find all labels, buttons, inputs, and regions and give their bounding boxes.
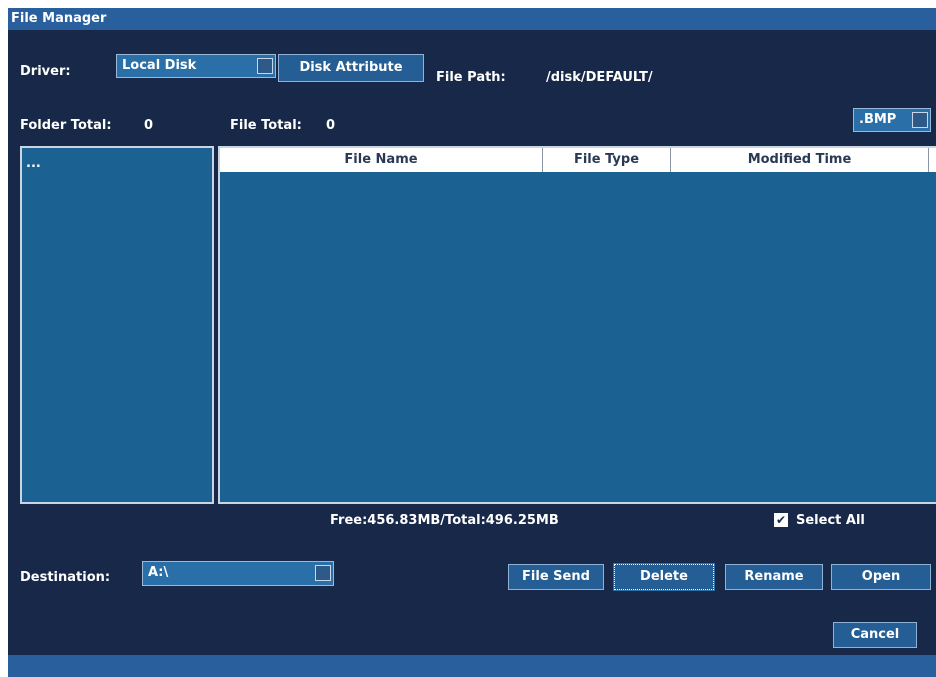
rename-button[interactable]: Rename	[725, 564, 823, 590]
file-path-label: File Path:	[436, 70, 506, 85]
status-bar	[8, 655, 936, 677]
delete-button[interactable]: Delete	[613, 563, 715, 591]
dropdown-arrow-icon[interactable]	[912, 112, 928, 128]
column-header-file-name[interactable]: File Name	[220, 148, 543, 172]
driver-select[interactable]: Local Disk	[116, 54, 276, 78]
disk-attribute-button[interactable]: Disk Attribute	[278, 54, 424, 82]
column-header-file-type[interactable]: File Type	[543, 148, 671, 172]
driver-label: Driver:	[20, 64, 71, 79]
checkbox-checked-icon[interactable]: ✔	[774, 513, 788, 527]
driver-selected-value: Local Disk	[122, 58, 197, 73]
file-manager-window: File Manager Driver: Local Disk Disk Att…	[8, 8, 936, 677]
file-type-filter-value: .BMP	[859, 112, 897, 127]
select-all-label: Select All	[796, 513, 865, 528]
window-title: File Manager	[11, 11, 107, 26]
destination-select[interactable]: A:\	[142, 561, 334, 586]
title-bar: File Manager	[8, 8, 936, 30]
destination-selected-value: A:\	[148, 565, 169, 580]
file-total-label: File Total:	[230, 118, 302, 133]
file-total-count: 0	[326, 118, 336, 133]
storage-summary: Free:456.83MB/Total:496.25MB	[330, 513, 559, 528]
file-type-filter-select[interactable]: .BMP	[853, 108, 931, 132]
folder-list-item[interactable]: ...	[26, 156, 41, 171]
folder-total-label: Folder Total:	[20, 118, 112, 133]
column-header-modified-time[interactable]: Modified Time	[671, 148, 929, 172]
dropdown-arrow-icon[interactable]	[257, 58, 273, 74]
file-send-button[interactable]: File Send	[508, 564, 604, 590]
cancel-button[interactable]: Cancel	[833, 622, 917, 648]
folder-total-count: 0	[144, 118, 154, 133]
open-button[interactable]: Open	[831, 564, 931, 590]
folder-list[interactable]: ...	[20, 146, 214, 504]
dropdown-arrow-icon[interactable]	[315, 565, 331, 581]
file-path-value: /disk/DEFAULT/	[546, 70, 653, 85]
file-table-header: File Name File Type Modified Time	[220, 148, 936, 172]
destination-label: Destination:	[20, 570, 111, 585]
file-table[interactable]: File Name File Type Modified Time	[218, 146, 936, 504]
